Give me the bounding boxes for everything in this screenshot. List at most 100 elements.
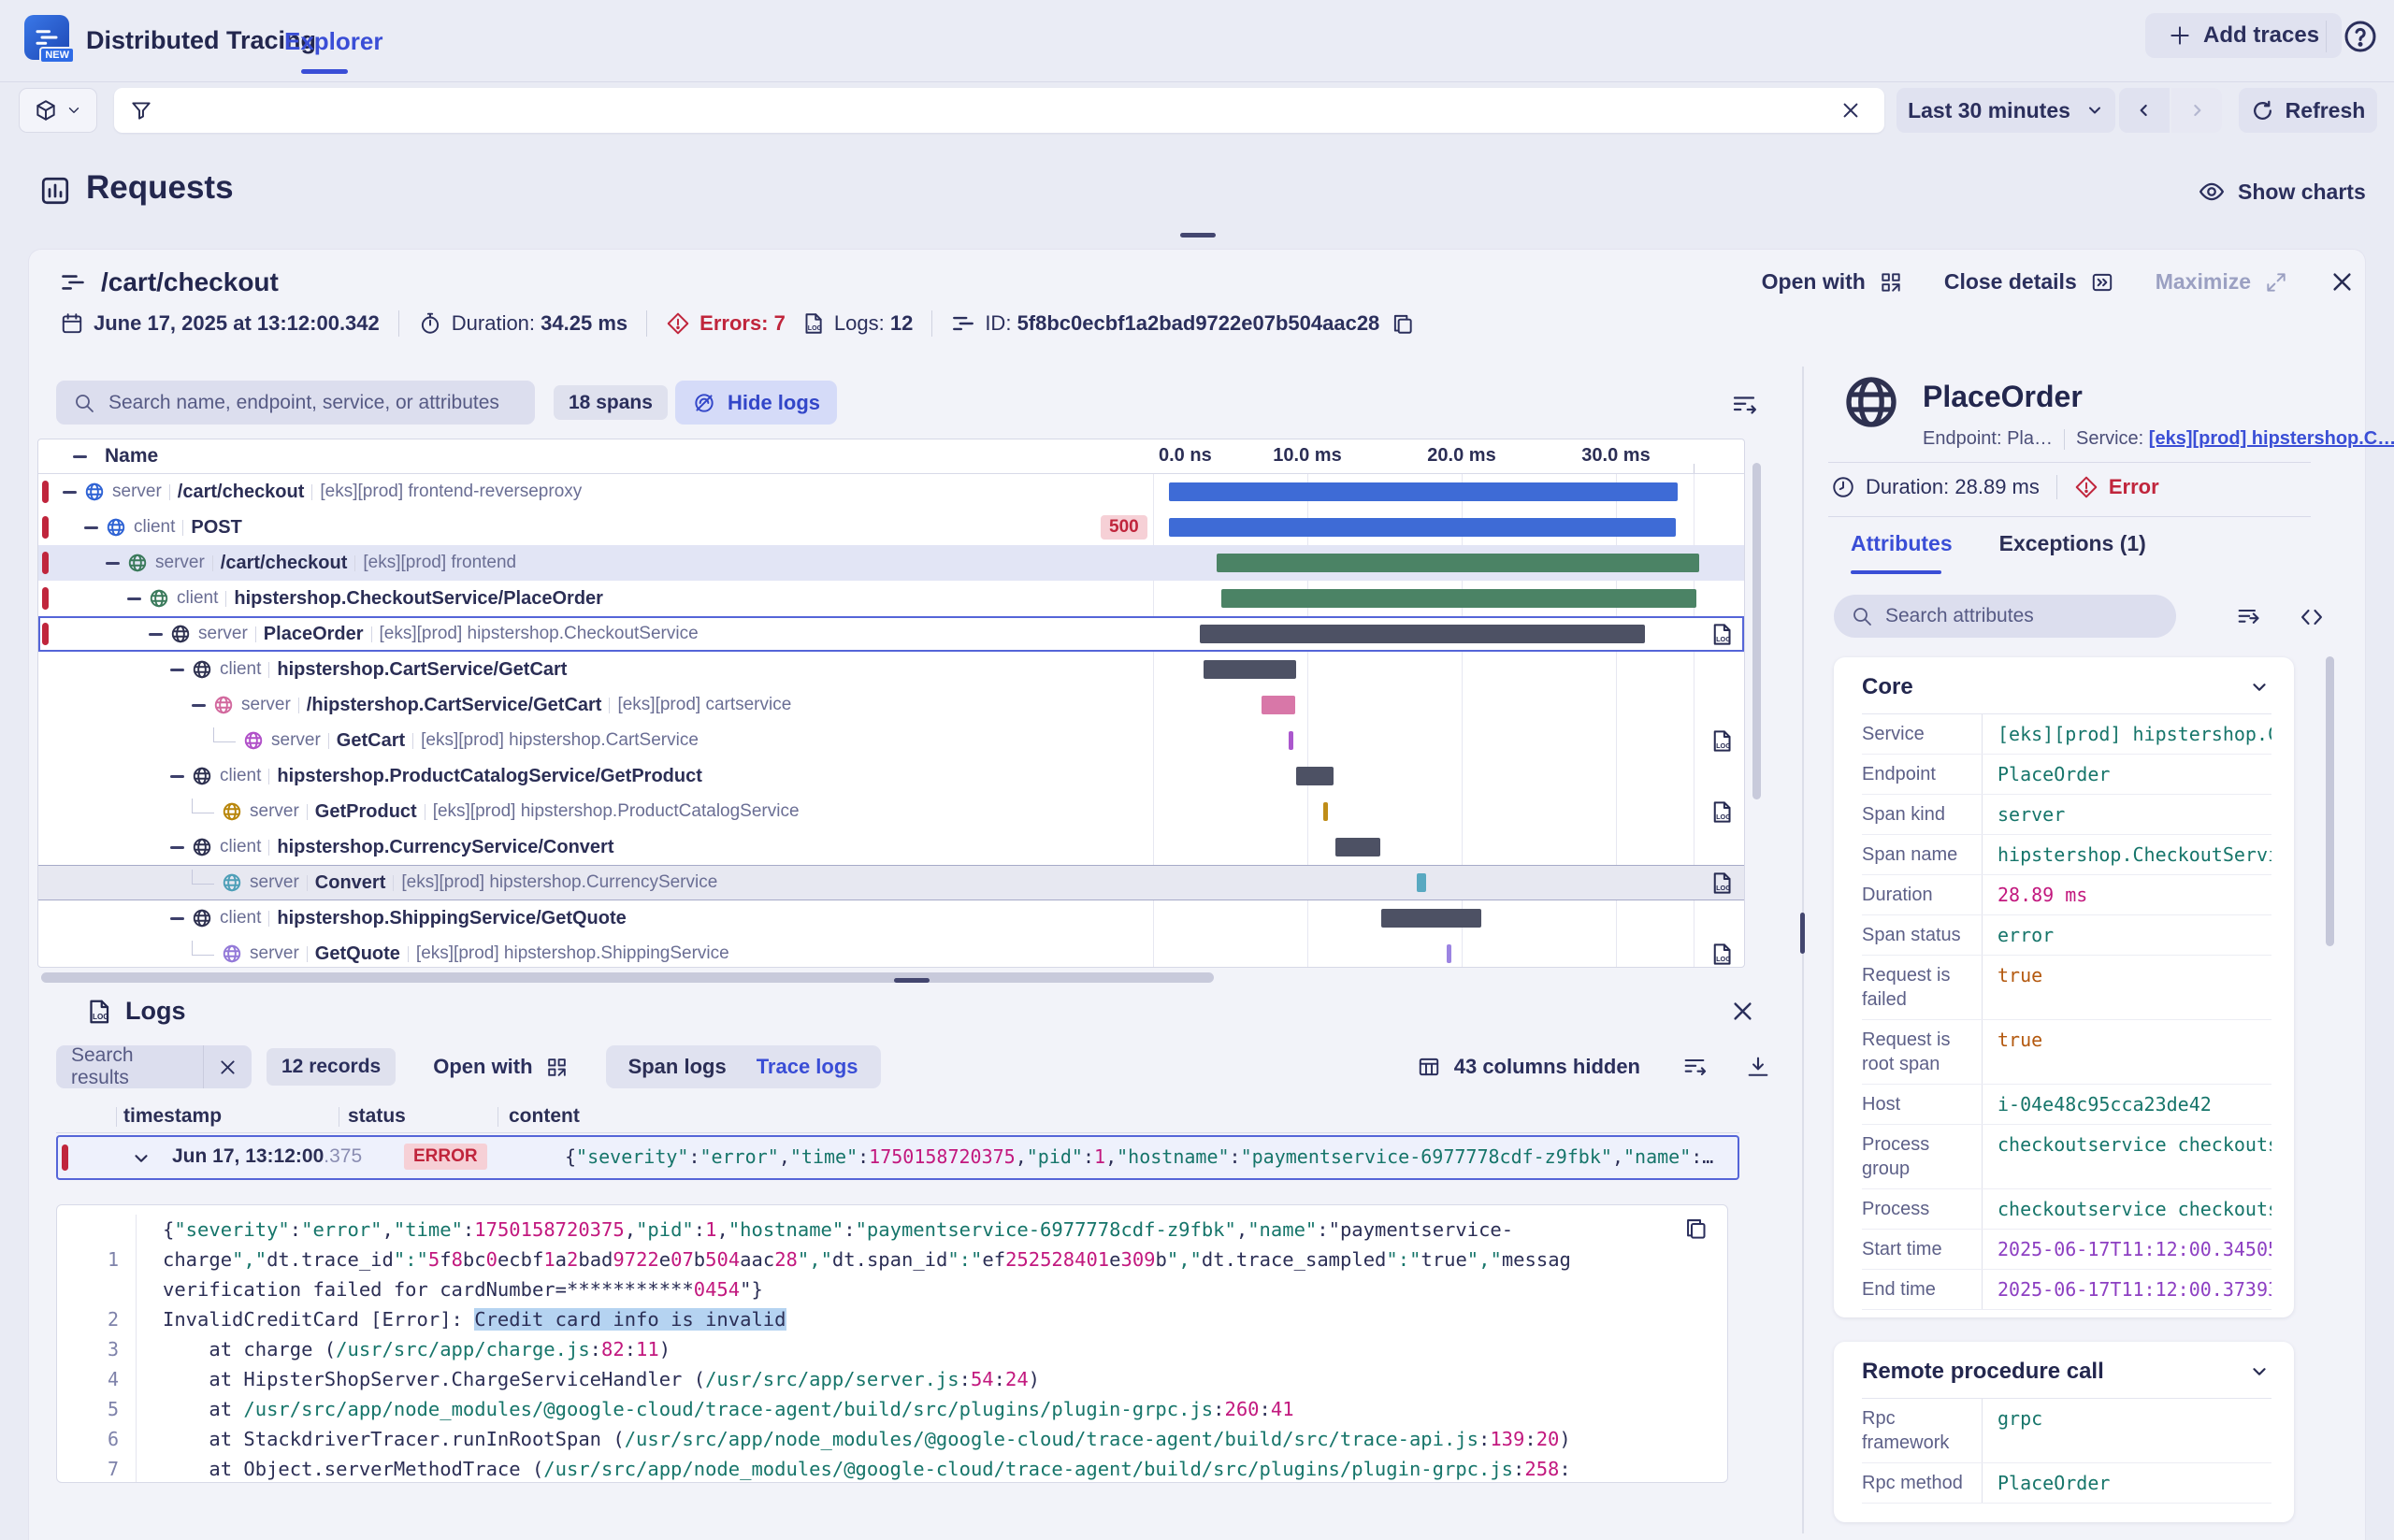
collapse-all-icon[interactable]	[73, 455, 87, 458]
waterfall-bar[interactable]	[1417, 873, 1426, 892]
span-row[interactable]: server/cart/checkout[eks][prod] frontend	[38, 545, 1744, 581]
collapse-icon[interactable]	[170, 775, 184, 778]
span-row[interactable]: serverGetQuote[eks][prod] hipstershop.Sh…	[38, 936, 1744, 968]
span-row[interactable]: clientPOST500	[38, 510, 1744, 545]
span-log-icon[interactable]: LOG	[1709, 871, 1734, 896]
span-row[interactable]: clienthipstershop.CheckoutService/PlaceO…	[38, 581, 1744, 616]
waterfall-bar[interactable]	[1217, 554, 1699, 572]
span-row[interactable]: clienthipstershop.ShippingService/GetQuo…	[38, 900, 1744, 936]
view-settings-icon[interactable]	[1730, 391, 1758, 419]
waterfall-bar[interactable]	[1221, 589, 1696, 608]
tab-attributes[interactable]: Attributes	[1851, 531, 1953, 556]
logs-search-clear-button[interactable]	[203, 1045, 252, 1088]
filter-attributes-icon[interactable]	[2235, 604, 2261, 630]
span-row[interactable]: server/hipstershop.CartService/GetCart[e…	[38, 687, 1744, 723]
waterfall-bar[interactable]	[1289, 731, 1293, 750]
sidebar-scrollbar[interactable]	[2326, 656, 2334, 946]
chevron-down-icon[interactable]	[131, 1148, 151, 1169]
trace-title: /cart/checkout	[101, 267, 279, 297]
wrap-lines-icon[interactable]	[1681, 1054, 1708, 1080]
span-row[interactable]: clienthipstershop.CartService/GetCart	[38, 652, 1744, 687]
chevron-down-icon[interactable]	[2249, 677, 2270, 698]
copy-icon[interactable]	[1391, 311, 1415, 336]
collapse-icon[interactable]	[84, 526, 98, 529]
tab-exceptions[interactable]: Exceptions (1)	[1999, 531, 2146, 556]
waterfall-bar[interactable]	[1169, 482, 1679, 501]
log-row-selected[interactable]: Jun 17, 13:12:00.375 ERROR {"severity":"…	[56, 1135, 1739, 1180]
close-icon[interactable]	[1730, 999, 1755, 1024]
waterfall-bar[interactable]	[1323, 802, 1328, 821]
close-details-button[interactable]: Close details	[1944, 269, 2114, 295]
code-view-icon[interactable]	[2299, 604, 2325, 630]
horizontal-scrollbar[interactable]	[41, 972, 1214, 983]
download-icon[interactable]	[1745, 1054, 1771, 1080]
waterfall-bar[interactable]	[1447, 944, 1451, 963]
collapse-icon[interactable]	[170, 669, 184, 671]
logs-resize-handle[interactable]	[894, 978, 930, 983]
collapse-icon[interactable]	[170, 917, 184, 920]
span-row[interactable]: serverGetCart[eks][prod] hipstershop.Car…	[38, 723, 1744, 758]
copy-icon[interactable]	[1683, 1216, 1709, 1241]
scope-selector[interactable]	[19, 88, 97, 133]
waterfall-bar[interactable]	[1169, 518, 1677, 537]
span-row[interactable]: serverPlaceOrder[eks][prod] hipstershop.…	[38, 616, 1744, 652]
help-icon[interactable]	[2342, 18, 2379, 55]
separator	[268, 662, 269, 678]
filter-query-input[interactable]	[114, 88, 1884, 133]
collapse-icon[interactable]	[63, 491, 77, 494]
show-charts-button[interactable]: Show charts	[2198, 178, 2366, 206]
attribute-value-cell: PlaceOrder	[1982, 1463, 2271, 1503]
time-range-selector[interactable]: Last 30 minutes	[1896, 88, 2115, 133]
waterfall-bar[interactable]	[1296, 767, 1334, 785]
hide-logs-button[interactable]: Hide logs	[675, 381, 837, 425]
span-name: POST	[191, 517, 241, 539]
span-row[interactable]: serverGetProduct[eks][prod] hipstershop.…	[38, 794, 1744, 829]
waterfall-bar[interactable]	[1381, 909, 1481, 928]
add-traces-button[interactable]: Add traces	[2145, 13, 2342, 58]
maximize-label: Maximize	[2156, 269, 2251, 295]
panel-resize-handle[interactable]	[1180, 233, 1216, 237]
collapse-icon[interactable]	[170, 846, 184, 849]
vertical-scrollbar[interactable]	[1752, 463, 1761, 799]
span-row[interactable]: serverConvert[eks][prod] hipstershop.Cur…	[38, 865, 1744, 900]
chevron-down-icon[interactable]	[2249, 1361, 2270, 1382]
close-icon[interactable]	[2329, 269, 2355, 295]
span-kind: client	[134, 517, 175, 538]
globe-icon	[192, 908, 212, 928]
collapse-icon[interactable]	[106, 562, 120, 565]
span-row[interactable]: server/cart/checkout[eks][prod] frontend…	[38, 474, 1744, 510]
span-search-input[interactable]: Search name, endpoint, service, or attri…	[56, 381, 535, 425]
waterfall-bar[interactable]	[1204, 660, 1296, 679]
filter-clear-button[interactable]	[1832, 92, 1869, 129]
collapse-icon[interactable]	[127, 597, 141, 600]
span-row[interactable]: clienthipstershop.CurrencyService/Conver…	[38, 829, 1744, 865]
attribute-row: Span statuserror	[1862, 915, 2271, 956]
time-back-button[interactable]	[2119, 88, 2170, 133]
span-log-icon[interactable]: LOG	[1709, 942, 1734, 967]
maximize-button[interactable]: Maximize	[2156, 269, 2288, 295]
globe-icon	[222, 801, 242, 822]
waterfall-bar[interactable]	[1262, 696, 1295, 714]
span-log-icon[interactable]: LOG	[1709, 622, 1734, 647]
refresh-button[interactable]: Refresh	[2239, 88, 2377, 133]
time-forward-button[interactable]	[2171, 88, 2222, 133]
tab-span-logs[interactable]: Span logs	[613, 1055, 742, 1079]
attribute-row: Rpc frameworkgrpc	[1862, 1399, 2271, 1463]
tab-explorer[interactable]: Explorer	[284, 27, 383, 56]
open-with-button[interactable]: Open with	[1762, 269, 1903, 295]
tab-trace-logs[interactable]: Trace logs	[742, 1055, 873, 1079]
waterfall-bar[interactable]	[1335, 838, 1380, 856]
collapse-icon[interactable]	[149, 633, 163, 636]
span-log-icon[interactable]: LOG	[1709, 799, 1734, 825]
logs-search-input[interactable]: Search results	[56, 1045, 203, 1088]
service-link[interactable]: [eks][prod] hipstershop.C…	[2149, 428, 2394, 450]
span-row[interactable]: clienthipstershop.ProductCatalogService/…	[38, 758, 1744, 794]
attribute-label: Start time	[1862, 1230, 1982, 1269]
attributes-search-input[interactable]: Search attributes	[1834, 595, 2176, 638]
logs-open-with-button[interactable]: Open with	[433, 1055, 568, 1079]
columns-hidden-button[interactable]: 43 columns hidden	[1417, 1055, 1640, 1079]
waterfall-bar[interactable]	[1200, 625, 1646, 643]
sidebar-resize-handle[interactable]	[1800, 913, 1805, 954]
span-log-icon[interactable]: LOG	[1709, 728, 1734, 754]
collapse-icon[interactable]	[192, 704, 206, 707]
